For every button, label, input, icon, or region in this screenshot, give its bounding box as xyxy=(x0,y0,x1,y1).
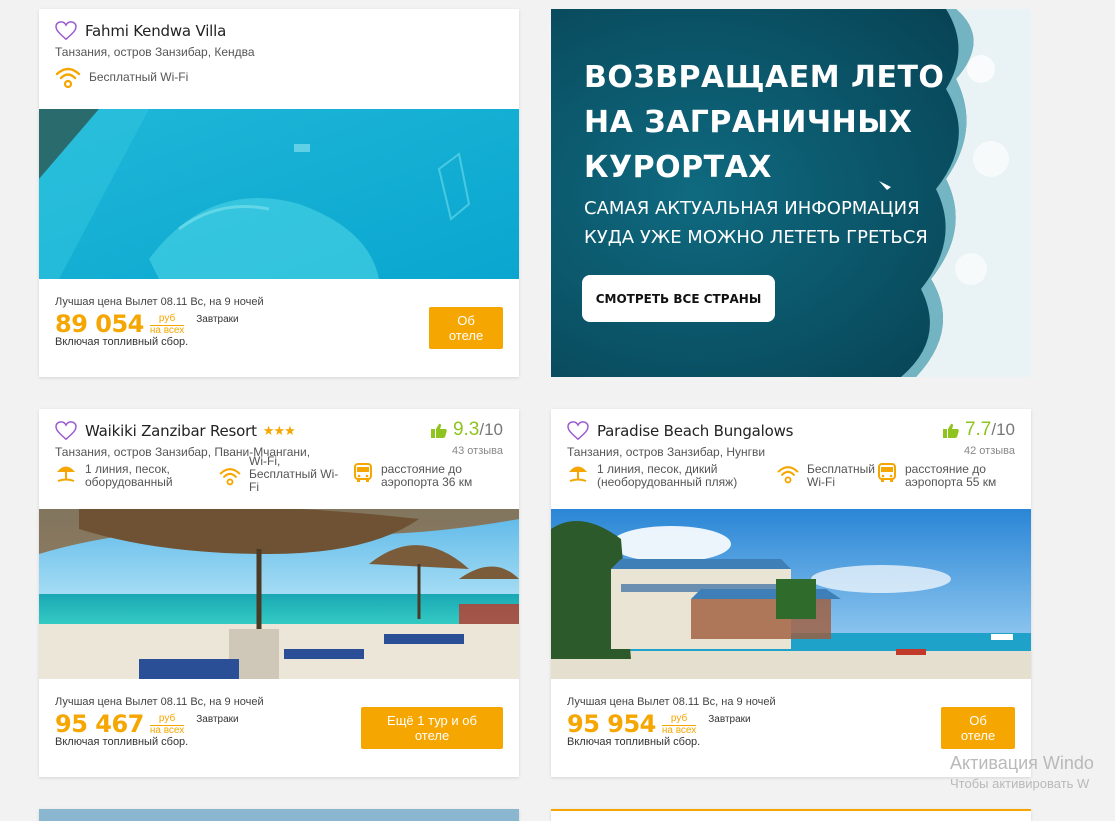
hotel-name[interactable]: Paradise Beach Bungalows xyxy=(597,422,794,440)
feature-airport: расстояние до аэропорта 36 км xyxy=(353,463,481,494)
price-caption: Лучшая цена Вылет 08.11 Вс, на 9 ночей xyxy=(567,696,776,708)
guest-rating: 9.3 /10 43 отзыва xyxy=(430,419,503,457)
feature-text: Бесплатный Wi-Fi xyxy=(807,462,875,489)
hotel-photo[interactable] xyxy=(39,509,519,679)
promo-title: ВОЗВРАЩАЕМ ЛЕТО НА ЗАГРАНИЧНЫХ КУРОРТАХ xyxy=(584,60,945,185)
hotel-card-header: Paradise Beach Bungalows 7.7 /10 42 отзы… xyxy=(551,409,1031,489)
feature-text: 1 линия, песок, дикий (необорудованный п… xyxy=(597,462,738,489)
hotel-photo[interactable] xyxy=(551,509,1031,679)
heart-icon[interactable] xyxy=(567,421,589,441)
fuel-note: Включая топливный сбор. xyxy=(55,736,189,748)
more-tours-button[interactable]: Ещё 1 тур и об отеле xyxy=(361,707,503,749)
hotel-card: Waikiki Zanzibar Resort ★★★ 9.3 /10 43 о… xyxy=(39,409,519,777)
see-all-countries-button[interactable]: СМОТРЕТЬ ВСЕ СТРАНЫ xyxy=(582,275,775,322)
rating-score: 7.7 xyxy=(964,419,992,440)
hotel-name[interactable]: Waikiki Zanzibar Resort xyxy=(85,422,257,440)
price-block: Лучшая цена Вылет 08.11 Вс, на 9 ночей 9… xyxy=(55,696,264,748)
star-rating: ★★★ xyxy=(262,423,296,438)
rating-max: /10 xyxy=(991,420,1015,439)
reviews-count[interactable]: 43 отзыва xyxy=(431,445,503,457)
rating-max: /10 xyxy=(479,420,503,439)
promo-banner[interactable]: ВОЗВРАЩАЕМ ЛЕТО НА ЗАГРАНИЧНЫХ КУРОРТАХ … xyxy=(551,9,1031,377)
hotel-card-header: Waikiki Zanzibar Resort ★★★ 9.3 /10 43 о… xyxy=(39,409,519,494)
currency-label: руб на всех xyxy=(149,713,185,736)
meal-plan: Завтраки xyxy=(196,714,239,725)
hotel-photo[interactable] xyxy=(39,109,519,279)
fuel-note: Включая топливный сбор. xyxy=(567,736,701,748)
windows-activation-watermark: Активация Windo Чтобы активировать W xyxy=(950,753,1094,791)
bus-icon xyxy=(878,463,896,482)
price-value: 95 467 xyxy=(55,710,144,738)
currency-label: руб на всех xyxy=(661,713,697,736)
feature-airport: расстояние до аэропорта 55 км xyxy=(877,463,1005,489)
guest-rating: 7.7 /10 42 отзыва xyxy=(942,419,1015,457)
heart-icon[interactable] xyxy=(55,421,77,441)
meal-plan: Завтраки xyxy=(708,714,751,725)
feature-beach: 1 линия, песок, оборудованный xyxy=(55,463,219,494)
hotel-card: Paradise Beach Bungalows 7.7 /10 42 отзы… xyxy=(551,409,1031,777)
hotel-card-partial xyxy=(551,809,1031,821)
hotel-details-button[interactable]: Об отеле xyxy=(941,707,1015,749)
hotel-name[interactable]: Fahmi Kendwa Villa xyxy=(85,22,226,40)
hotel-location: Танзания, остров Занзибар, Кендва xyxy=(55,45,255,59)
feature-wifi: Бесплатный Wi-Fi xyxy=(777,463,877,489)
beach-umbrella-icon xyxy=(569,466,587,482)
wifi-icon xyxy=(55,67,81,89)
price-value: 89 054 xyxy=(55,310,144,338)
hotel-card: Fahmi Kendwa Villa Танзания, остров Занз… xyxy=(39,9,519,377)
promo-subtitle: САМАЯ АКТУАЛЬНАЯ ИНФОРМАЦИЯ КУДА УЖЕ МОЖ… xyxy=(584,198,928,248)
feature-text: расстояние до аэропорта 36 км xyxy=(381,462,473,489)
rating-score: 9.3 xyxy=(452,419,480,440)
wifi-icon xyxy=(777,466,799,484)
price-caption: Лучшая цена Вылет 08.11 Вс, на 9 ночей xyxy=(55,296,264,308)
feature-wifi: Wi-Fi, Бесплатный Wi-Fi xyxy=(219,455,353,494)
hotel-details-button[interactable]: Об отеле xyxy=(429,307,503,349)
hotel-card-partial xyxy=(39,809,519,821)
meal-plan: Завтраки xyxy=(196,314,239,325)
bus-icon xyxy=(354,463,372,482)
feature-text: расстояние до аэропорта 55 км xyxy=(905,462,997,489)
feature-wifi: Бесплатный Wi-Fi xyxy=(55,65,188,89)
currency-label: руб на всех xyxy=(149,313,185,336)
fuel-note: Включая топливный сбор. xyxy=(55,336,189,348)
feature-text: Wi-Fi, Бесплатный Wi-Fi xyxy=(249,454,339,494)
wifi-icon xyxy=(219,468,241,486)
price-block: Лучшая цена Вылет 08.11 Вс, на 9 ночей 9… xyxy=(567,696,776,748)
thumbs-up-icon xyxy=(430,423,447,438)
hotel-card-header: Fahmi Kendwa Villa Танзания, остров Занз… xyxy=(39,9,519,89)
price-block: Лучшая цена Вылет 08.11 Вс, на 9 ночей 8… xyxy=(55,296,264,348)
heart-icon[interactable] xyxy=(55,21,77,41)
thumbs-up-icon xyxy=(942,423,959,438)
feature-text: Бесплатный Wi-Fi xyxy=(89,69,189,84)
feature-beach: 1 линия, песок, дикий (необорудованный п… xyxy=(567,463,777,489)
price-value: 95 954 xyxy=(567,710,656,738)
price-caption: Лучшая цена Вылет 08.11 Вс, на 9 ночей xyxy=(55,696,264,708)
beach-umbrella-icon xyxy=(57,466,75,482)
feature-text: 1 линия, песок, оборудованный xyxy=(85,462,173,489)
reviews-count[interactable]: 42 отзыва xyxy=(943,445,1015,457)
